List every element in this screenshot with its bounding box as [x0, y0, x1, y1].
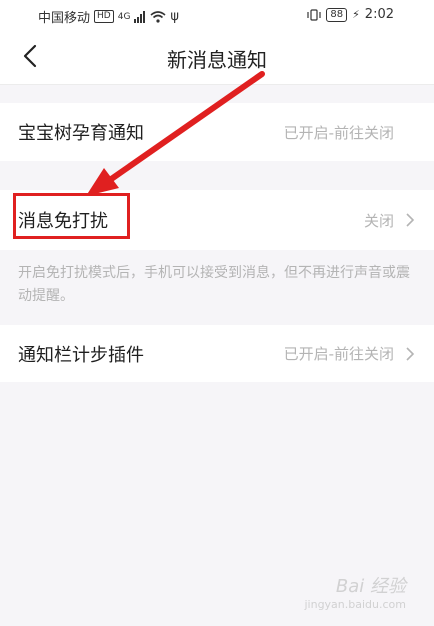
chevron-right-icon [406, 346, 415, 361]
carrier-name: 中国移动 [38, 11, 91, 26]
watermark-url: jingyan.baidu.com [304, 598, 406, 611]
setting-row-step-widget[interactable]: 通知栏计步插件 已开启-前往关闭 [0, 325, 434, 382]
setting-value: 已开启-前往关闭 [283, 123, 394, 142]
header-divider [0, 84, 434, 85]
annotation-highlight-box [13, 193, 130, 239]
dnd-description: 开启免打扰模式后，手机可以接受到消息，但不再进行声音或震动提醒。 [18, 265, 410, 304]
setting-label: 宝宝树孕育通知 [18, 123, 144, 144]
status-left: 中国移动 HD 4G ψ [38, 7, 179, 26]
vibrate-icon [307, 8, 321, 21]
annotation-arrow [86, 71, 265, 196]
usb-icon: ψ [170, 9, 179, 24]
chevron-right-icon [406, 213, 415, 227]
network-type: 4G [117, 11, 131, 22]
setting-row-pregnancy-notice[interactable]: 宝宝树孕育通知 已开启-前往关闭 [0, 103, 434, 161]
page-title: 新消息通知 [167, 48, 267, 72]
wifi-icon [150, 10, 166, 23]
clock: 2:02 [364, 7, 394, 22]
status-bar: 中国移动 HD 4G ψ 88 ⚡ 2:02 [0, 0, 434, 30]
battery-level: 88 [326, 7, 348, 22]
app-header: 新消息通知 [0, 30, 434, 84]
setting-label: 通知栏计步插件 [18, 344, 144, 366]
hd-badge: HD [94, 10, 114, 23]
charging-icon: ⚡ [352, 8, 360, 21]
setting-value: 关闭 [363, 211, 394, 230]
status-right: 88 ⚡ 2:02 [307, 7, 394, 22]
setting-value: 已开启-前往关闭 [283, 345, 394, 363]
signal-icon [134, 10, 146, 23]
watermark-logo: Bai 经验 [335, 576, 406, 597]
